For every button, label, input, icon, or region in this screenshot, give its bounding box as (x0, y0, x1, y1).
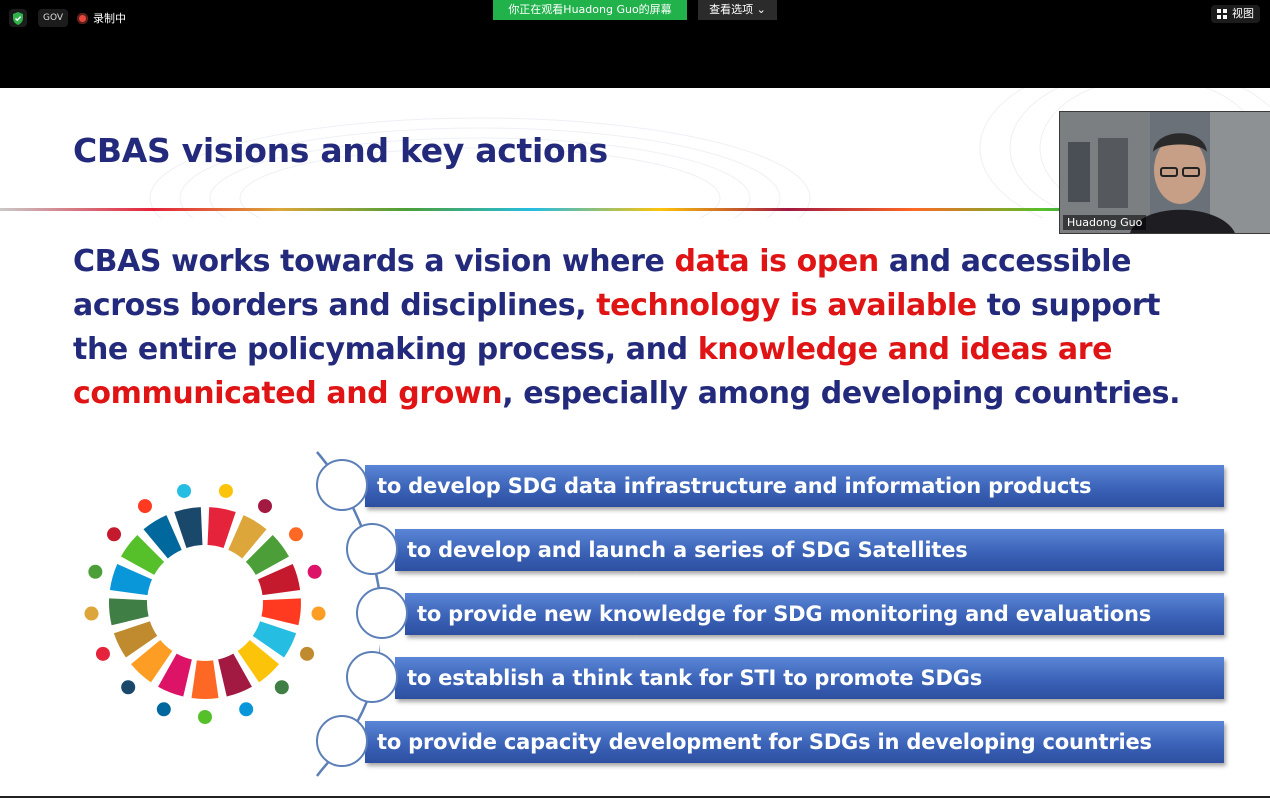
action-label-2: to develop and launch a series of SDG Sa… (407, 538, 968, 562)
action-item-2: to develop and launch a series of SDG Sa… (395, 529, 1224, 571)
chevron-down-icon: ⌄ (756, 3, 766, 16)
action-bullet-2 (346, 523, 398, 575)
recording-indicator[interactable]: 录制中 (77, 9, 126, 27)
action-bullet-5 (316, 715, 368, 767)
participant-video[interactable]: Huadong Guo (1059, 111, 1270, 234)
view-button[interactable]: 视图 (1211, 5, 1260, 23)
action-item-4: to establish a think tank for STI to pro… (395, 657, 1224, 699)
viewing-banner: 你正在观看Huadong Guo的屏幕 (493, 0, 687, 20)
meeting-toolbar: GOV 录制中 你正在观看Huadong Guo的屏幕 查看选项 ⌄ 视图 (0, 0, 1270, 88)
vision-highlight-technology: technology is available (596, 288, 977, 323)
action-item-1: to develop SDG data infrastructure and i… (365, 465, 1224, 507)
view-options-label: 查看选项 (709, 3, 754, 16)
grid-icon (1217, 8, 1227, 19)
vision-highlight-data-open: data is open (674, 244, 880, 279)
recording-label: 录制中 (93, 12, 126, 25)
shield-check-icon[interactable] (9, 9, 27, 27)
view-label: 视图 (1232, 7, 1254, 20)
action-label-3: to provide new knowledge for SDG monitor… (417, 602, 1152, 626)
participant-name: Huadong Guo (1063, 215, 1147, 230)
action-bullet-1 (316, 459, 368, 511)
action-spine (315, 451, 380, 777)
gov-badge[interactable]: GOV (38, 9, 69, 27)
action-item-5: to provide capacity development for SDGs… (365, 721, 1224, 763)
view-options-button[interactable]: 查看选项 ⌄ (698, 0, 777, 20)
action-label-4: to establish a think tank for STI to pro… (407, 666, 983, 690)
vision-text-4: , especially among developing countries. (502, 376, 1181, 411)
action-label-5: to provide capacity development for SDGs… (377, 730, 1152, 754)
action-bullet-4 (346, 651, 398, 703)
action-bullet-3 (356, 587, 408, 639)
action-label-1: to develop SDG data infrastructure and i… (377, 474, 1092, 498)
action-item-3: to provide new knowledge for SDG monitor… (405, 593, 1224, 635)
record-icon (77, 12, 88, 24)
